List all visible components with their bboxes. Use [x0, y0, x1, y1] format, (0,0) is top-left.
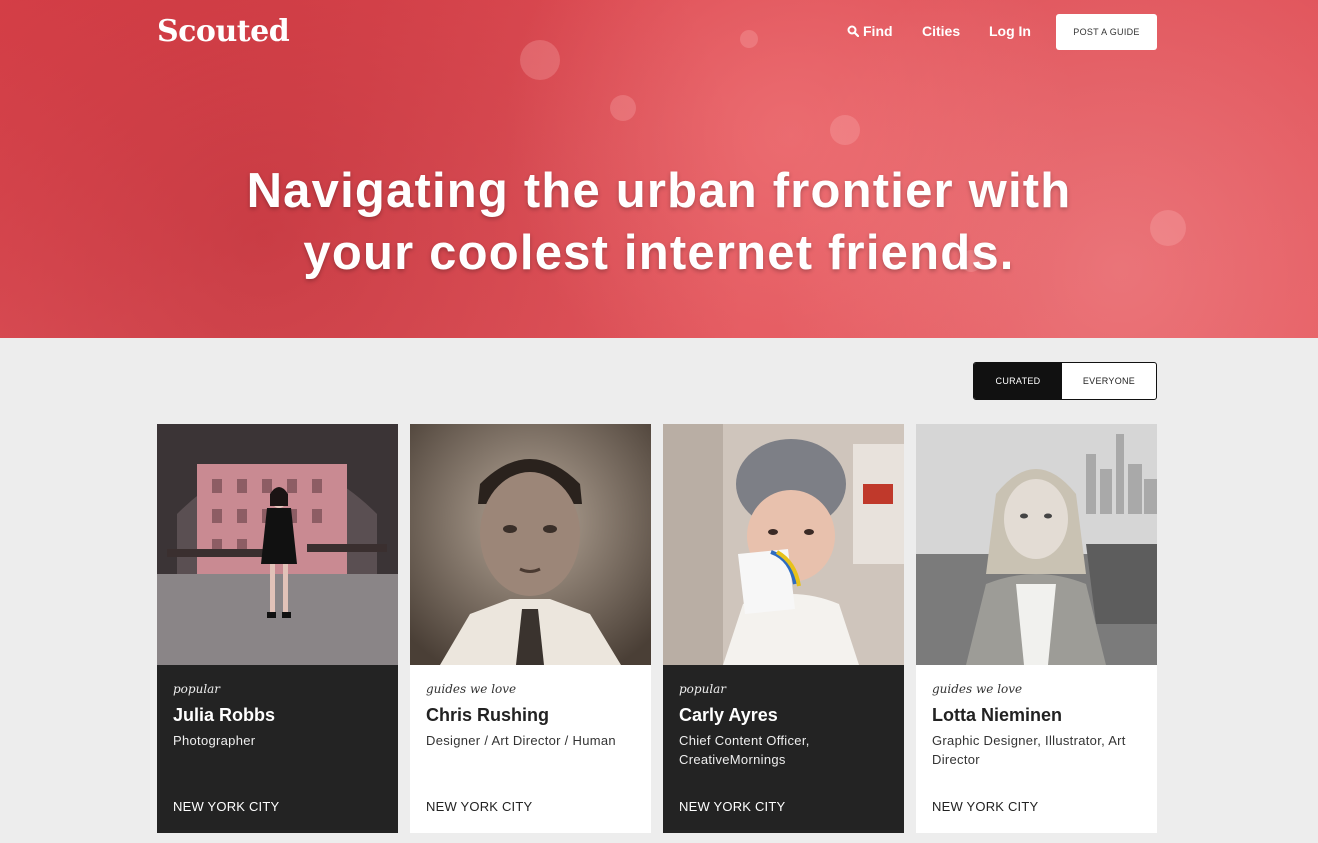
- guide-photo[interactable]: [157, 424, 398, 665]
- guide-photo[interactable]: [916, 424, 1157, 665]
- guide-tag: popular: [173, 682, 221, 696]
- guide-tag: popular: [679, 682, 727, 696]
- guide-role: Photographer: [173, 733, 256, 748]
- guide-role: Graphic Designer, Illustrator, Art Direc…: [932, 733, 1126, 767]
- hero-headline: Navigating the urban frontier with your …: [0, 160, 1318, 284]
- guide-card[interactable]: popular Carly Ayres Chief Content Office…: [663, 424, 904, 833]
- post-guide-button[interactable]: POST A GUIDE: [1056, 14, 1157, 50]
- guide-tag: guides we love: [932, 682, 1023, 696]
- nav-login[interactable]: Log In: [989, 23, 1031, 39]
- photo-carly-ayres: [663, 424, 904, 665]
- guide-filter-toggle: CURATED EVERYONE: [973, 362, 1157, 400]
- guide-name[interactable]: Julia Robbs: [173, 705, 275, 726]
- hero-banner: Scouted Find Cities Log In POST A GUIDE …: [0, 0, 1318, 338]
- guide-name[interactable]: Lotta Nieminen: [932, 705, 1062, 726]
- photo-julia-robbs: [157, 424, 398, 665]
- guide-city[interactable]: NEW YORK CITY: [426, 799, 532, 814]
- photo-chris-rushing: [410, 424, 651, 665]
- guide-tag: guides we love: [426, 682, 517, 696]
- hero-bokeh: [610, 95, 636, 121]
- nav-cities[interactable]: Cities: [922, 23, 960, 39]
- guide-city[interactable]: NEW YORK CITY: [173, 799, 279, 814]
- guide-card[interactable]: guides we love Chris Rushing Designer / …: [410, 424, 651, 833]
- hero-headline-line2: your coolest internet friends.: [303, 226, 1015, 280]
- guide-role: Chief Content Officer, CreativeMornings: [679, 733, 810, 767]
- nav-find-label: Find: [863, 23, 893, 39]
- hero-bokeh: [830, 115, 860, 145]
- filter-curated[interactable]: CURATED: [974, 363, 1062, 399]
- guide-city[interactable]: NEW YORK CITY: [679, 799, 785, 814]
- guide-name[interactable]: Carly Ayres: [679, 705, 778, 726]
- nav-find[interactable]: Find: [847, 23, 893, 39]
- guide-name[interactable]: Chris Rushing: [426, 705, 549, 726]
- top-nav: Find Cities Log In POST A GUIDE: [0, 14, 1318, 50]
- guide-card[interactable]: guides we love Lotta Nieminen Graphic De…: [916, 424, 1157, 833]
- guide-role: Designer / Art Director / Human: [426, 733, 616, 748]
- search-icon: [847, 25, 859, 37]
- guide-card[interactable]: popular Julia Robbs Photographer NEW YOR…: [157, 424, 398, 833]
- guide-photo[interactable]: [663, 424, 904, 665]
- guide-city[interactable]: NEW YORK CITY: [932, 799, 1038, 814]
- photo-lotta-nieminen: [916, 424, 1157, 665]
- filter-everyone[interactable]: EVERYONE: [1062, 363, 1156, 399]
- hero-headline-line1: Navigating the urban frontier with: [246, 164, 1072, 218]
- guide-photo[interactable]: [410, 424, 651, 665]
